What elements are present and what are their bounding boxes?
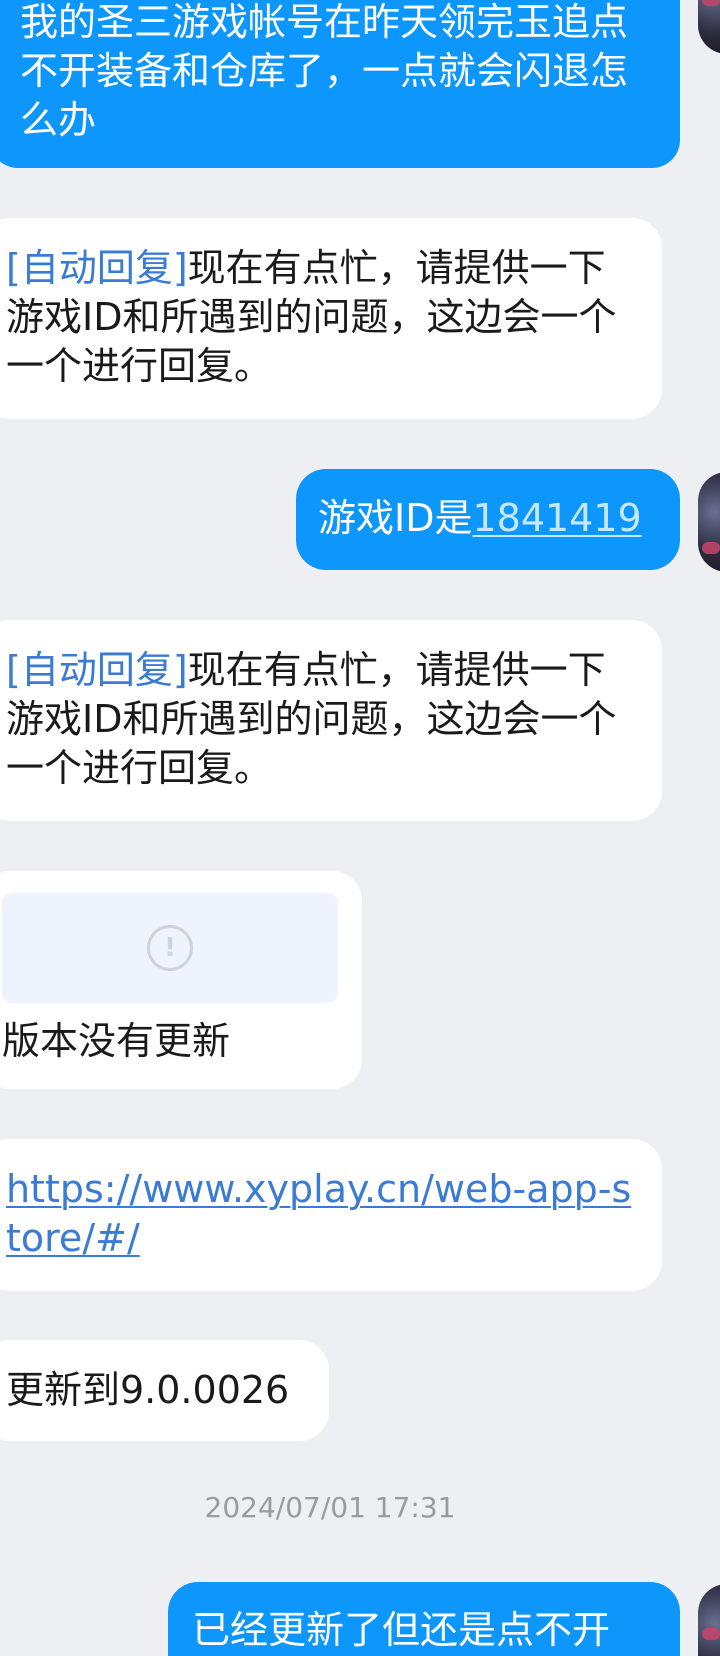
outgoing-message-bubble[interactable]: 已经更新了但还是点不开 (168, 1582, 680, 1656)
message-text: 我的圣三游戏帐号在昨天领完玉追点不开装备和仓库了，一点就会闪退怎么办 (20, 0, 629, 142)
incoming-link-message[interactable]: https://www.xyplay.cn/web-app-store/#/ (0, 1139, 662, 1291)
avatar-detail (702, 0, 720, 6)
outgoing-message-bubble[interactable]: 我的圣三游戏帐号在昨天领完玉追点不开装备和仓库了，一点就会闪退怎么办 (0, 0, 680, 168)
user-avatar[interactable] (698, 1584, 720, 1656)
incoming-message-bubble[interactable]: [自动回复]现在有点忙，请提供一下游戏ID和所遇到的问题，这边会一个一个进行回复… (0, 620, 662, 821)
alert-circle-icon: ! (147, 925, 193, 971)
game-id-link[interactable]: 1841419 (472, 496, 641, 540)
chat-screen: 我的圣三游戏帐号在昨天领完玉追点不开装备和仓库了，一点就会闪退怎么办 [自动回复… (0, 0, 720, 1656)
image-placeholder[interactable]: ! (2, 893, 338, 1003)
message-text: 游戏ID是 (318, 496, 473, 540)
outgoing-message-bubble[interactable]: 游戏ID是1841419 (296, 469, 680, 570)
user-avatar[interactable] (698, 472, 720, 572)
auto-reply-tag: [自动回复] (6, 246, 188, 290)
web-link[interactable]: https://www.xyplay.cn/web-app-store/#/ (6, 1167, 631, 1260)
message-text: 更新到9.0.0026 (6, 1368, 290, 1412)
incoming-message-bubble[interactable]: [自动回复]现在有点忙，请提供一下游戏ID和所遇到的问题，这边会一个一个进行回复… (0, 218, 662, 419)
message-timestamp: 2024/07/01 17:31 (204, 1491, 456, 1524)
message-text: 已经更新了但还是点不开 (192, 1608, 611, 1652)
avatar-detail (702, 542, 720, 554)
image-caption: 版本没有更新 (2, 1019, 231, 1063)
incoming-message-bubble[interactable]: 更新到9.0.0026 (0, 1340, 329, 1441)
user-avatar[interactable] (698, 0, 720, 54)
avatar-detail (702, 1628, 720, 1640)
auto-reply-tag: [自动回复] (6, 648, 188, 692)
incoming-image-message[interactable]: ! 版本没有更新 (0, 871, 362, 1089)
